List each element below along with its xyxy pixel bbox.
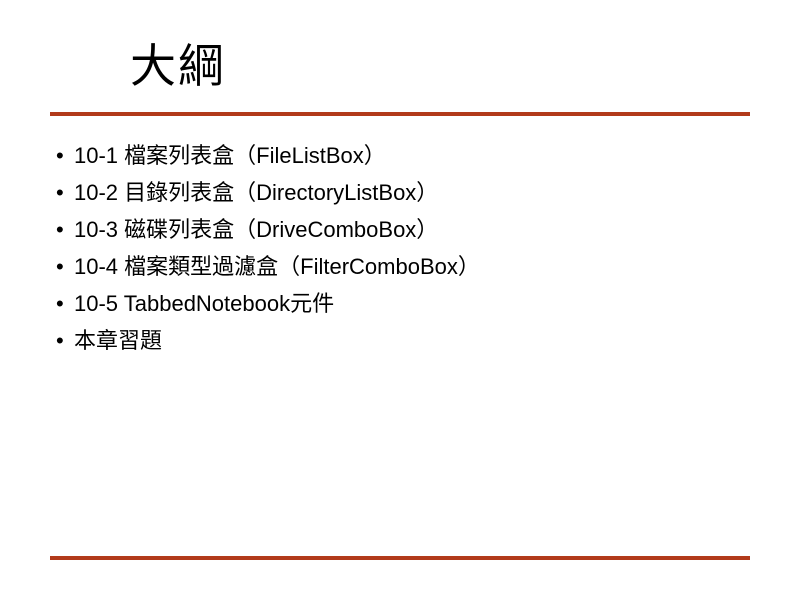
- list-item-text: 10-2 目錄列表盒（DirectoryListBox）: [74, 180, 438, 205]
- slide: 大綱 •10-1 檔案列表盒（FileListBox） •10-2 目錄列表盒（…: [0, 0, 800, 600]
- list-item: •本章習題: [56, 323, 750, 360]
- list-item-text: 10-5 TabbedNotebook元件: [74, 291, 334, 316]
- outline-list: •10-1 檔案列表盒（FileListBox） •10-2 目錄列表盒（Dir…: [50, 138, 750, 360]
- bullet-icon: •: [56, 212, 74, 249]
- bullet-icon: •: [56, 138, 74, 175]
- list-item-text: 本章習題: [74, 328, 162, 353]
- list-item: •10-5 TabbedNotebook元件: [56, 286, 750, 323]
- slide-title: 大綱: [130, 30, 750, 96]
- divider-top: [50, 112, 750, 116]
- bullet-icon: •: [56, 286, 74, 323]
- list-item-text: 10-3 磁碟列表盒（DriveComboBox）: [74, 217, 438, 242]
- list-item: •10-3 磁碟列表盒（DriveComboBox）: [56, 212, 750, 249]
- list-item: •10-1 檔案列表盒（FileListBox）: [56, 138, 750, 175]
- list-item: •10-4 檔案類型過濾盒（FilterComboBox）: [56, 249, 750, 286]
- list-item: •10-2 目錄列表盒（DirectoryListBox）: [56, 175, 750, 212]
- bullet-icon: •: [56, 175, 74, 212]
- list-item-text: 10-4 檔案類型過濾盒（FilterComboBox）: [74, 254, 480, 279]
- bullet-icon: •: [56, 323, 74, 360]
- list-item-text: 10-1 檔案列表盒（FileListBox）: [74, 143, 386, 168]
- bullet-icon: •: [56, 249, 74, 286]
- divider-bottom: [50, 556, 750, 560]
